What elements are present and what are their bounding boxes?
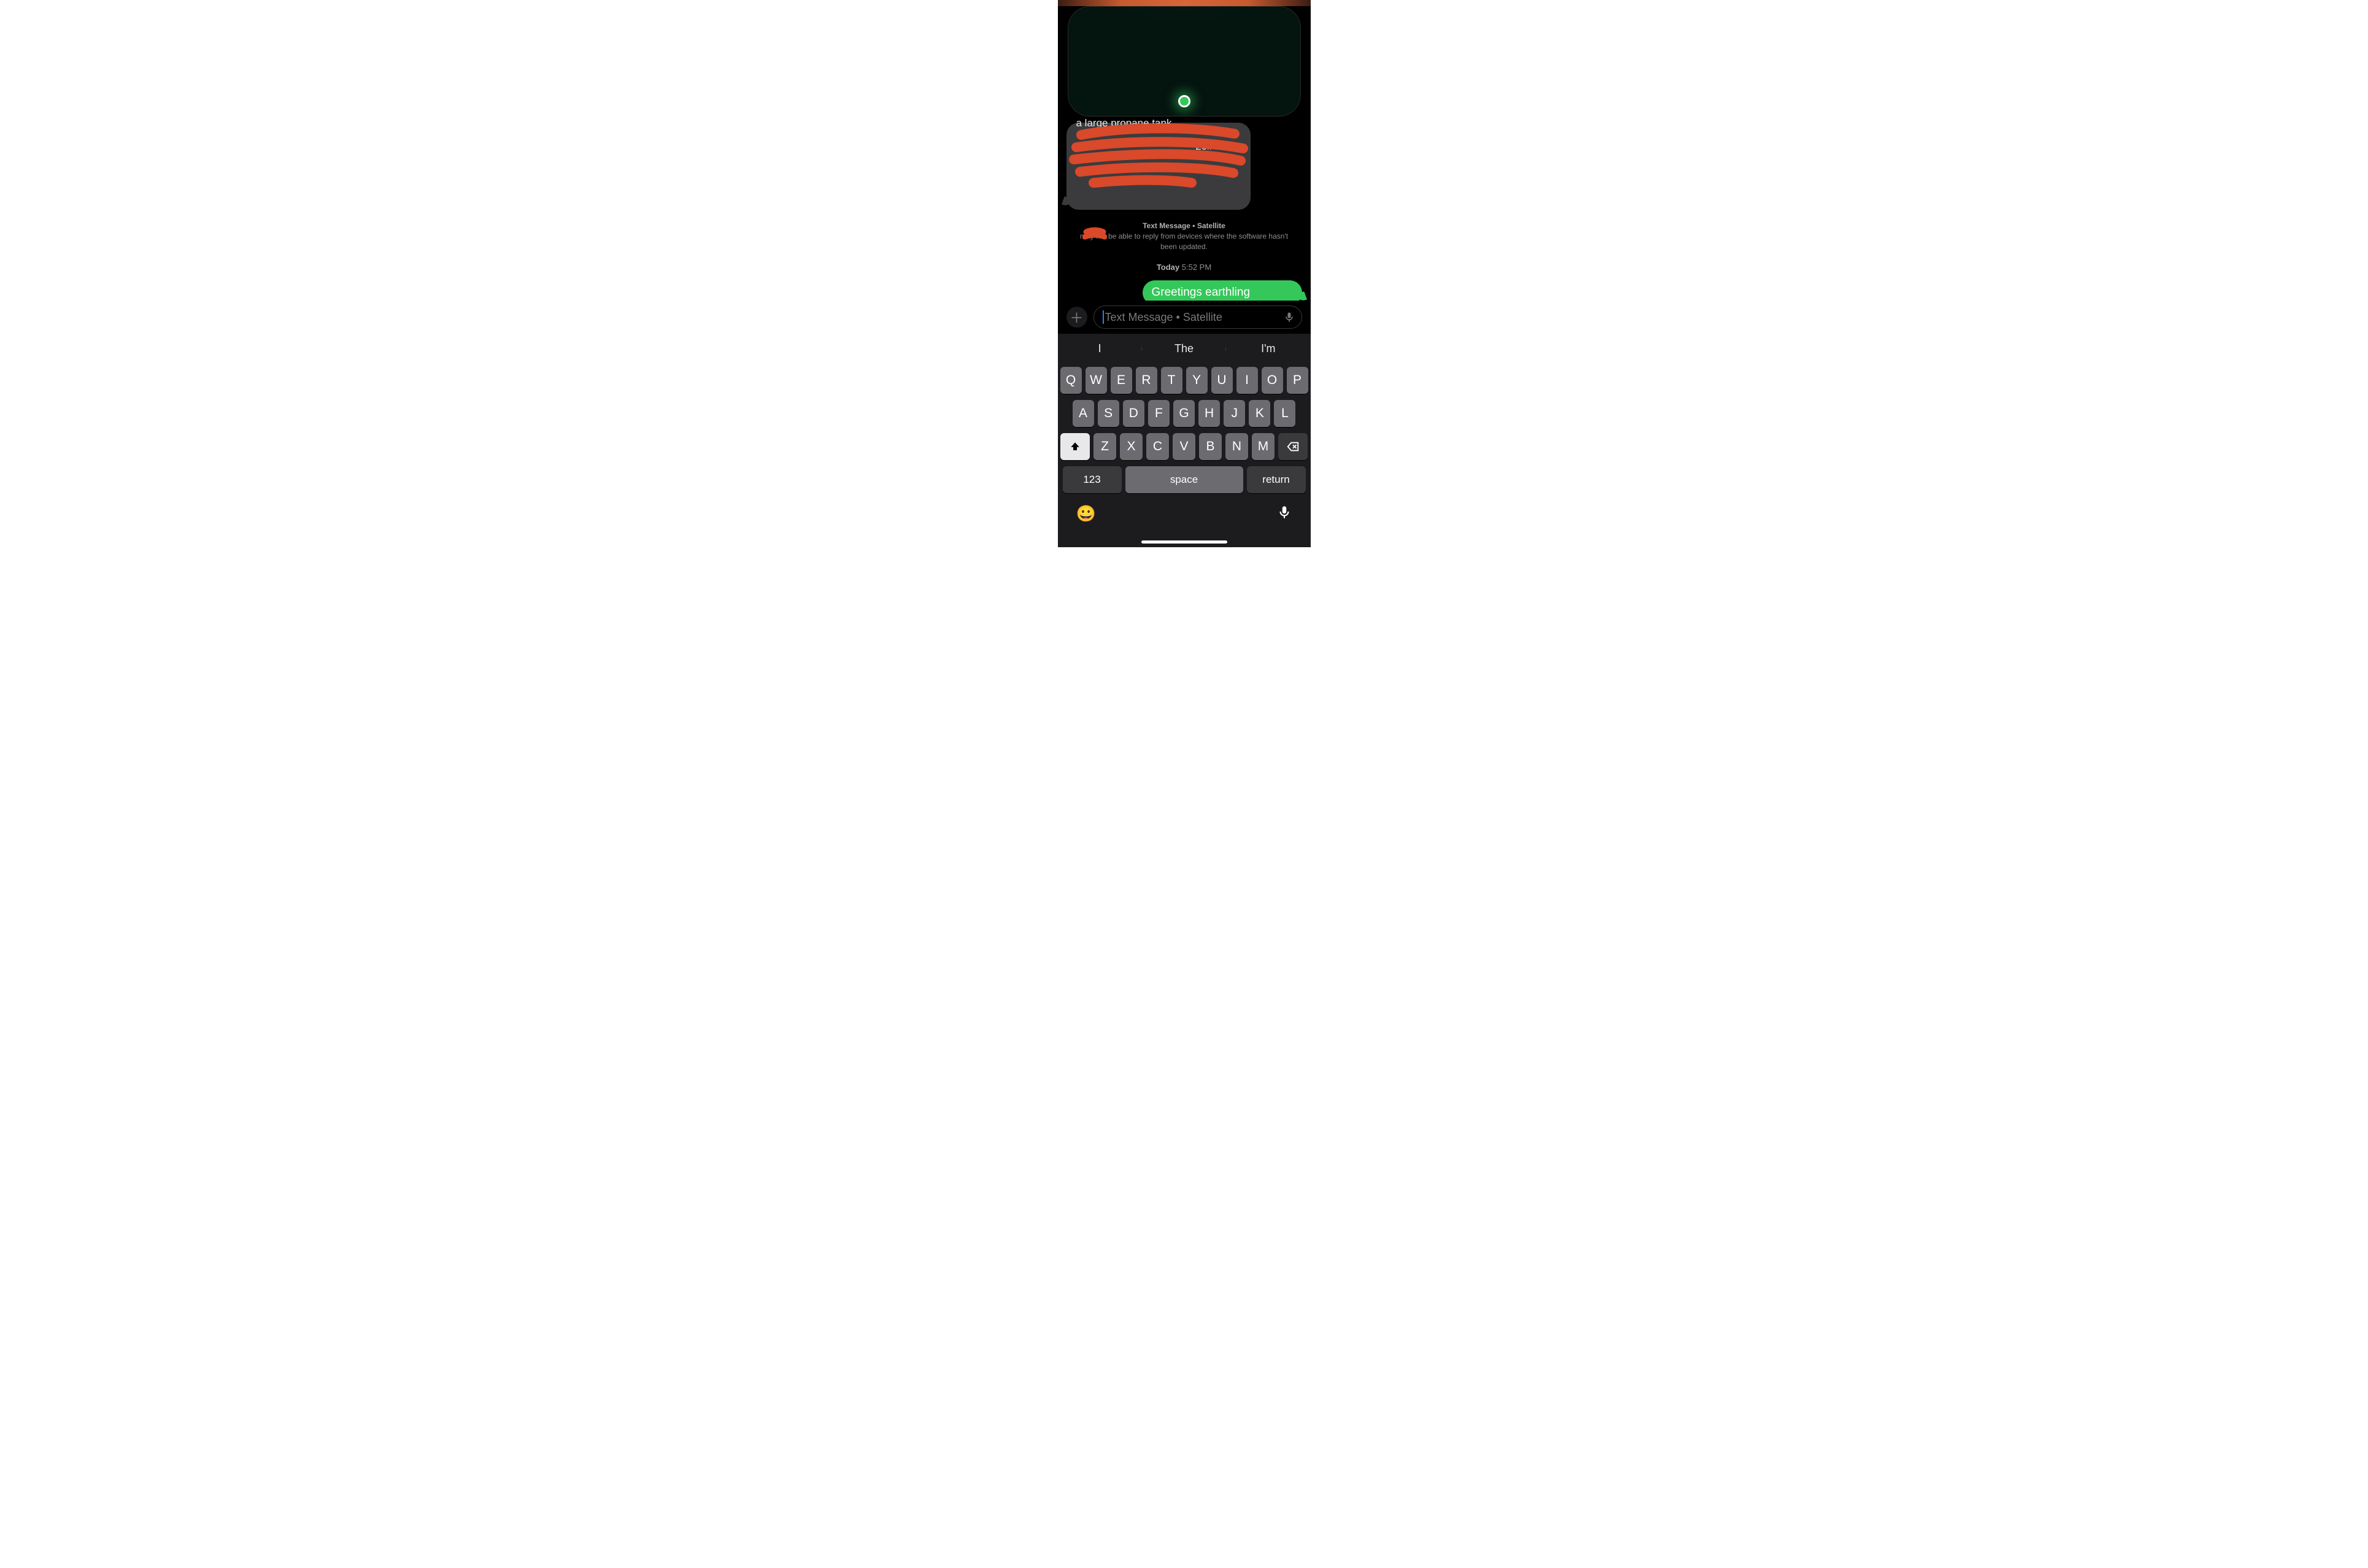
key-a[interactable]: A <box>1073 400 1094 427</box>
key-c[interactable]: C <box>1146 433 1169 460</box>
keyboard: I The I'm Q W E R T Y U I O P A S D F <box>1058 334 1311 547</box>
redaction-mark <box>1082 227 1107 242</box>
key-z[interactable]: Z <box>1093 433 1116 460</box>
key-q[interactable]: Q <box>1060 367 1082 394</box>
space-key[interactable]: space <box>1125 466 1243 493</box>
key-i[interactable]: I <box>1236 367 1258 394</box>
meta-header: Text Message • Satellite <box>1143 221 1225 230</box>
return-key[interactable]: return <box>1247 466 1306 493</box>
emoji-button[interactable]: 😀 <box>1076 504 1096 525</box>
key-h[interactable]: H <box>1198 400 1220 427</box>
date-label: Today <box>1157 263 1179 272</box>
meta-body: may not be able to reply from devices wh… <box>1080 232 1288 251</box>
key-row-2: A S D F G H J K L <box>1060 400 1308 427</box>
dictation-button[interactable] <box>1276 504 1292 525</box>
key-row-3: Z X C V B N M <box>1060 433 1308 460</box>
key-j[interactable]: J <box>1224 400 1245 427</box>
satellite-banner[interactable]: Keep Pointing at Satellite Connected <box>1068 6 1301 117</box>
redacted-content: 20# tank <box>1076 129 1241 196</box>
key-x[interactable]: X <box>1120 433 1143 460</box>
suggestion-3[interactable]: I'm <box>1226 342 1310 355</box>
key-n[interactable]: N <box>1225 433 1248 460</box>
key-t[interactable]: T <box>1161 367 1182 394</box>
timestamp-separator: Today 5:52 PM <box>1066 263 1302 272</box>
key-l[interactable]: L <box>1274 400 1295 427</box>
key-s[interactable]: S <box>1098 400 1119 427</box>
suggestion-2[interactable]: The <box>1142 342 1226 355</box>
keyboard-bottom-row: 😀 <box>1058 493 1311 525</box>
text-caret <box>1103 310 1104 324</box>
suggestion-bar: I The I'm <box>1058 334 1311 363</box>
key-v[interactable]: V <box>1173 433 1195 460</box>
key-row-4: 123 space return <box>1060 466 1308 493</box>
key-d[interactable]: D <box>1123 400 1144 427</box>
home-indicator[interactable] <box>1141 540 1227 544</box>
input-placeholder: Text Message • Satellite <box>1105 311 1283 324</box>
dictation-icon[interactable] <box>1283 311 1295 323</box>
key-o[interactable]: O <box>1262 367 1283 394</box>
key-u[interactable]: U <box>1211 367 1233 394</box>
key-f[interactable]: F <box>1148 400 1170 427</box>
key-m[interactable]: M <box>1252 433 1275 460</box>
message-text: Greetings earthling <box>1152 286 1251 299</box>
numbers-key[interactable]: 123 <box>1063 466 1122 493</box>
phone-screen: Keep Pointing at Satellite Connected a l… <box>1058 0 1311 547</box>
key-b[interactable]: B <box>1199 433 1222 460</box>
shift-key[interactable] <box>1060 433 1090 460</box>
key-p[interactable]: P <box>1287 367 1308 394</box>
key-w[interactable]: W <box>1086 367 1107 394</box>
backspace-icon <box>1286 440 1300 453</box>
add-attachment-button[interactable]: ＋ <box>1066 307 1087 328</box>
key-r[interactable]: R <box>1136 367 1157 394</box>
time-label: 5:52 PM <box>1182 263 1211 272</box>
key-y[interactable]: Y <box>1186 367 1208 394</box>
shift-icon <box>1070 441 1081 452</box>
location-dot-icon <box>1178 95 1190 107</box>
key-k[interactable]: K <box>1249 400 1270 427</box>
message-input[interactable]: Text Message • Satellite <box>1093 306 1302 329</box>
message-input-row: ＋ Text Message • Satellite <box>1058 301 1311 334</box>
incoming-message-bubble[interactable]: a large propane tank. 20# tank <box>1066 123 1251 210</box>
key-g[interactable]: G <box>1173 400 1195 427</box>
key-e[interactable]: E <box>1111 367 1132 394</box>
delivery-meta: Text Message • Satellite may not be able… <box>1079 221 1290 252</box>
key-row-1: Q W E R T Y U I O P <box>1060 367 1308 394</box>
microphone-icon <box>1276 504 1292 520</box>
backspace-key[interactable] <box>1278 433 1308 460</box>
suggestion-1[interactable]: I <box>1058 342 1142 355</box>
